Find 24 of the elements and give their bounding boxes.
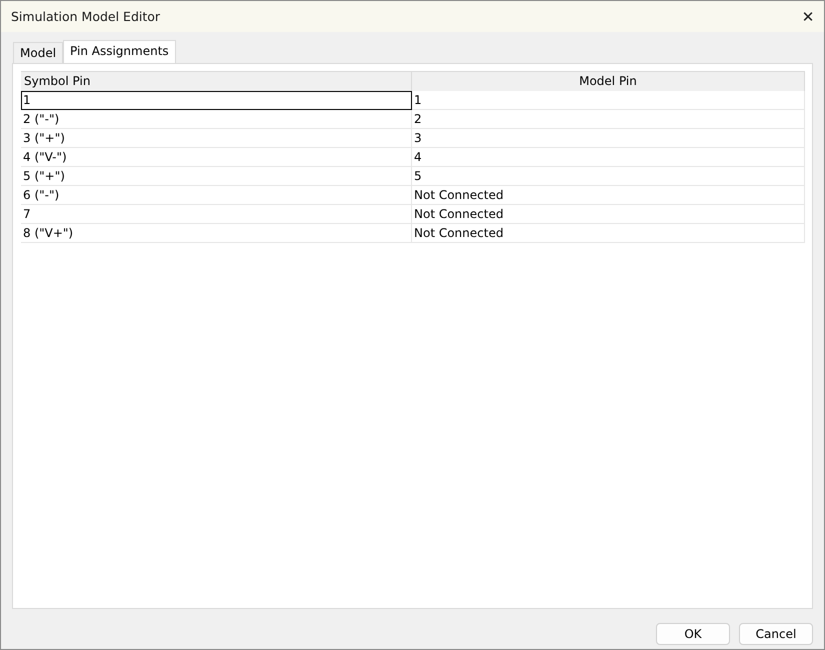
table-cell[interactable]: Not Connected (412, 224, 805, 243)
window-title: Simulation Model Editor (11, 9, 160, 24)
table-cell[interactable]: 1 (412, 91, 805, 110)
table-cell[interactable]: 6 ("-") (21, 186, 412, 205)
table-cell[interactable]: 3 (412, 129, 805, 148)
table-cell[interactable]: Not Connected (412, 205, 805, 224)
table-cell[interactable]: 5 ("+") (21, 167, 412, 186)
table-cell[interactable]: 3 ("+") (21, 129, 412, 148)
column-header[interactable]: Symbol Pin (21, 72, 412, 91)
table-cell[interactable]: 5 (412, 167, 805, 186)
table-cell[interactable]: 2 (412, 110, 805, 129)
close-button[interactable]: ✕ (792, 1, 824, 32)
table-cell[interactable]: 1 (21, 91, 412, 110)
cancel-button[interactable]: Cancel (739, 623, 813, 645)
tab[interactable]: Pin Assignments (63, 40, 176, 63)
column-header[interactable]: Model Pin (412, 72, 805, 91)
table-cell[interactable]: 2 ("-") (21, 110, 412, 129)
table-cell[interactable]: Not Connected (412, 186, 805, 205)
table-cell[interactable]: 7 (21, 205, 412, 224)
tab[interactable]: Model (13, 42, 64, 63)
table-cell[interactable]: 4 ("V-") (21, 148, 412, 167)
table-cell[interactable]: 8 ("V+") (21, 224, 412, 243)
table-cell[interactable]: 4 (412, 148, 805, 167)
ok-button[interactable]: OK (656, 623, 730, 645)
